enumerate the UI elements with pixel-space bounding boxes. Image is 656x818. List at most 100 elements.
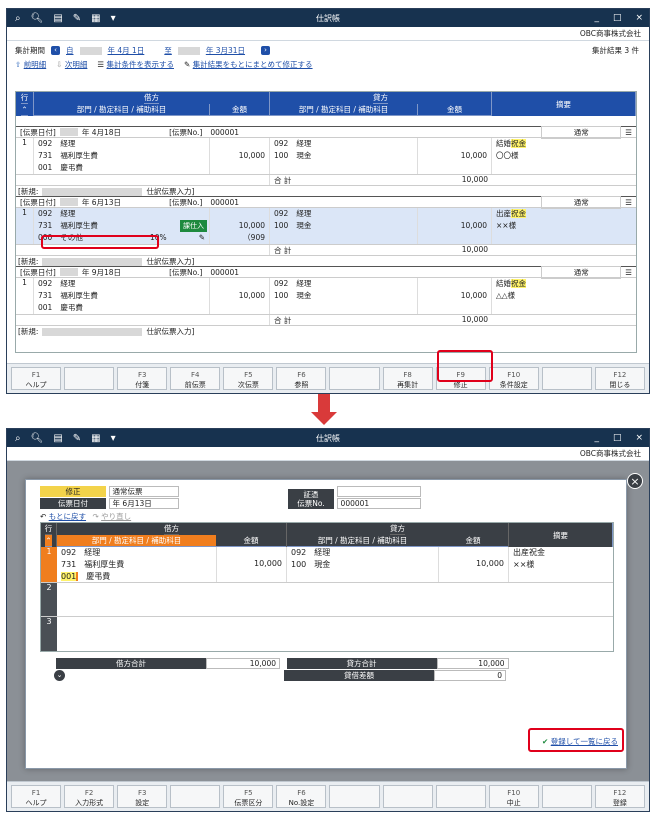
debit-line: 092 経理 bbox=[61, 547, 216, 559]
close-button[interactable]: × bbox=[635, 433, 643, 443]
slip-type[interactable]: 通常 bbox=[541, 125, 622, 139]
credit-amount-cell[interactable]: 10,000 bbox=[418, 208, 492, 244]
to-date[interactable]: 年 3月31日 bbox=[206, 45, 245, 56]
minimize-button[interactable]: _ bbox=[594, 433, 599, 443]
grid-row-3[interactable]: 3 bbox=[41, 617, 613, 651]
zoom-icon[interactable]: 🔍︎ bbox=[31, 13, 44, 24]
from-prefix[interactable]: 自 bbox=[66, 45, 74, 56]
fkey-f6[interactable]: F6 参照 bbox=[276, 367, 327, 390]
memo-cell[interactable]: 出産祝金 ××様 bbox=[492, 208, 636, 244]
maximize-button[interactable]: □ bbox=[613, 433, 622, 443]
next-detail-link[interactable]: ⇩ 次明細 bbox=[56, 59, 87, 70]
to-prefix[interactable]: 至 bbox=[164, 45, 172, 56]
credit-amount-cell[interactable]: 10,000 bbox=[418, 278, 492, 314]
memo-cell[interactable]: 結婚祝金 〇〇様 bbox=[492, 138, 636, 174]
fkey-number: F2 bbox=[84, 789, 94, 797]
account-code: 092 bbox=[274, 279, 289, 288]
condition-area: 集計期間 ‹ 自 年 4月 1日 至 年 3月31日 › ⇧ 前明細 ⇩ 次明細… bbox=[7, 41, 649, 75]
debit-amount-cell[interactable]: 10,000 10% （909 bbox=[150, 208, 270, 244]
fkey-f3[interactable]: F3 設定 bbox=[117, 785, 168, 808]
collapse-icon[interactable]: ⌃ bbox=[45, 535, 52, 547]
prev-detail-link[interactable]: ⇧ 前明細 bbox=[15, 59, 46, 70]
fkey-f12[interactable]: F12 閉じる bbox=[594, 367, 645, 390]
account-name: 経理 bbox=[296, 209, 312, 218]
undo-link[interactable]: ↶ もとに戻す bbox=[40, 512, 86, 521]
slip-type[interactable]: 通常 bbox=[541, 195, 622, 209]
redo-link[interactable]: ↷ やり直し bbox=[92, 512, 131, 521]
credit-cell[interactable]: 092 経理 100 現金 bbox=[287, 547, 439, 582]
show-conditions-link[interactable]: ☰ 集計条件を表示する bbox=[97, 59, 174, 70]
print-icon[interactable]: ▤ bbox=[53, 13, 62, 24]
entry-header: [伝票日付] 年 9月18日 [伝票No.] 000001 通常 ☰ bbox=[16, 265, 636, 279]
prev-period-icon[interactable]: ‹ bbox=[51, 46, 60, 55]
fkey-f4[interactable]: F4 前伝票 bbox=[170, 367, 221, 390]
debit-cell[interactable]: 092 経理 731 福利厚生費 001 慶弔費 bbox=[34, 278, 210, 314]
maximize-button[interactable]: □ bbox=[613, 13, 622, 23]
slip-type[interactable]: 通常 bbox=[541, 265, 622, 279]
dropdown-icon[interactable]: ▾ bbox=[111, 433, 116, 444]
fkey-f10[interactable]: F10 中止 bbox=[488, 785, 539, 808]
menu-icon[interactable]: ☰ bbox=[621, 198, 636, 207]
debit-amount-header: 金額 bbox=[243, 536, 259, 545]
excel-icon[interactable]: ▦ bbox=[91, 433, 100, 444]
fkey-f10[interactable]: F10 条件設定 bbox=[488, 367, 539, 390]
fkey-f2[interactable]: F2 入力形式 bbox=[64, 785, 115, 808]
fkey-empty bbox=[541, 785, 592, 808]
debit-cell[interactable]: 092 経理 731 福利厚生費 001 慶弔費 bbox=[57, 547, 217, 582]
close-button[interactable]: × bbox=[635, 13, 643, 23]
memo-line-2: ××様 bbox=[496, 221, 517, 230]
tool-icon[interactable]: ✎ bbox=[73, 433, 81, 444]
credit-amount[interactable]: 10,000 bbox=[439, 547, 509, 582]
fkey-f5[interactable]: F5 伝票区分 bbox=[223, 785, 274, 808]
fkey-f3[interactable]: F3 付箋 bbox=[117, 367, 168, 390]
memo-highlight: 祝金 bbox=[511, 139, 526, 148]
menu-icon[interactable]: ☰ bbox=[621, 128, 636, 137]
voucher-field[interactable] bbox=[336, 486, 421, 497]
search-plus-icon[interactable]: ⌕ bbox=[15, 433, 21, 444]
fkey-f8[interactable]: F8 再集計 bbox=[382, 367, 433, 390]
from-date[interactable]: 年 4月 1日 bbox=[108, 45, 145, 56]
entry-row[interactable]: 1 092 経理 731 福利厚生費 001 慶弔費 10,000 092 経理 100 現金 10,0… bbox=[16, 278, 636, 314]
fkey-f5[interactable]: F5 次伝票 bbox=[223, 367, 274, 390]
minimize-button[interactable]: _ bbox=[594, 13, 599, 23]
debit-amount[interactable]: 10,000 bbox=[217, 547, 287, 582]
fkey-f1[interactable]: F1 ヘルプ bbox=[11, 785, 62, 808]
memo-cell[interactable]: 結婚祝金 △△様 bbox=[492, 278, 636, 314]
tool-icon[interactable]: ✎ bbox=[73, 13, 81, 24]
footer-label: [新規: bbox=[18, 187, 39, 196]
footer-text: 仕訳伝票入力] bbox=[146, 257, 195, 266]
expand-icon[interactable]: ⌄ bbox=[54, 670, 65, 681]
voucher-no[interactable]: 000001 bbox=[336, 498, 421, 509]
menu-icon[interactable]: ☰ bbox=[621, 268, 636, 277]
fkey-f12[interactable]: F12 登録 bbox=[594, 785, 645, 808]
slip-type[interactable]: 通常伝票 bbox=[108, 486, 179, 497]
voucher-no: 000001 bbox=[210, 127, 240, 137]
credit-cell[interactable]: 092 経理 100 現金 bbox=[270, 138, 418, 174]
credit-cell[interactable]: 092 経理 100 現金 bbox=[270, 278, 418, 314]
print-icon[interactable]: ▤ bbox=[53, 433, 62, 444]
debit-cell[interactable]: 092 経理 731 福利厚生費 001 慶弔費 bbox=[34, 138, 210, 174]
fkey-f1[interactable]: F1 ヘルプ bbox=[11, 367, 62, 390]
next-period-icon[interactable]: › bbox=[261, 46, 271, 55]
entry-row[interactable]: 1 092 経理 731 福利厚生費 001 慶弔費 10,000 092 経理 100 現金 10,0… bbox=[16, 138, 636, 174]
debit-amount-cell[interactable]: 10,000 bbox=[210, 138, 270, 174]
slip-date[interactable]: 年 6月13日 bbox=[108, 498, 179, 509]
dialog-close-icon[interactable]: × bbox=[627, 473, 643, 489]
zoom-icon[interactable]: 🔍︎ bbox=[31, 433, 44, 444]
credit-cell[interactable]: 092 経理 100 現金 bbox=[270, 208, 418, 244]
memo-header: 摘要 bbox=[492, 92, 636, 116]
bulk-edit-link[interactable]: ✎ 集計結果をもとにまとめて修正する bbox=[184, 59, 313, 70]
dropdown-icon[interactable]: ▾ bbox=[111, 13, 116, 24]
grid-row-2[interactable]: 2 bbox=[41, 583, 613, 617]
excel-icon[interactable]: ▦ bbox=[91, 13, 100, 24]
search-plus-icon[interactable]: ⌕ bbox=[15, 13, 21, 24]
entry-header: [伝票日付] 年 6月13日 [伝票No.] 000001 通常 ☰ bbox=[16, 195, 636, 209]
fkey-empty bbox=[541, 367, 592, 390]
credit-amount-cell[interactable]: 10,000 bbox=[418, 138, 492, 174]
grid-row-1[interactable]: 1 092 経理 731 福利厚生費 001 慶弔費 10,000 092 経理 100 現金 … bbox=[41, 547, 613, 583]
pencil-icon: ✎ bbox=[184, 60, 191, 69]
debit-amount-cell[interactable]: 10,000 bbox=[210, 278, 270, 314]
fkey-f6[interactable]: F6 No.設定 bbox=[276, 785, 327, 808]
collapse-icon[interactable]: ⌃ bbox=[21, 104, 28, 116]
